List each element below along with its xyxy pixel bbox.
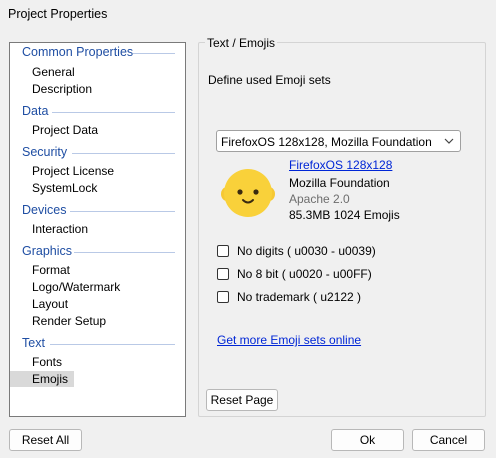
tree-group-security[interactable]: Security [22, 145, 67, 159]
group-divider [52, 112, 175, 113]
tree-group-devices[interactable]: Devices [22, 203, 66, 217]
tree-item-description[interactable]: Description [32, 82, 92, 96]
tree-item-layout[interactable]: Layout [32, 297, 68, 311]
page-title: Text / Emojis [205, 36, 278, 50]
reset-all-button[interactable]: Reset All [9, 429, 82, 451]
dropdown-value: FirefoxOS 128x128, Mozilla Foundation [221, 135, 432, 149]
tree-group-common-properties[interactable]: Common Properties [22, 45, 133, 59]
tree-item-interaction[interactable]: Interaction [32, 222, 88, 236]
no-trademark-checkbox[interactable] [217, 291, 229, 303]
page-description: Define used Emoji sets [208, 73, 331, 87]
group-divider [70, 211, 175, 212]
page-group-box [198, 42, 486, 417]
tree-item-format[interactable]: Format [32, 263, 70, 277]
group-divider [74, 252, 175, 253]
window-title: Project Properties [8, 7, 108, 21]
ok-button[interactable]: Ok [331, 429, 404, 451]
cancel-button[interactable]: Cancel [412, 429, 485, 451]
group-divider [50, 344, 175, 345]
tree-group-text[interactable]: Text [22, 336, 45, 350]
emoji-set-name-link[interactable]: FirefoxOS 128x128 [289, 158, 392, 172]
tree-item-project-license[interactable]: Project License [32, 164, 114, 178]
group-divider [72, 153, 175, 154]
no-trademark-label: No trademark ( u2122 ) [237, 290, 362, 304]
no-8bit-checkbox[interactable] [217, 268, 229, 280]
tree-item-systemlock[interactable]: SystemLock [32, 181, 97, 195]
emoji-set-publisher: Mozilla Foundation [289, 176, 390, 190]
tree-item-fonts[interactable]: Fonts [32, 355, 62, 369]
no-digits-checkbox[interactable] [217, 245, 229, 257]
reset-page-button[interactable]: Reset Page [206, 389, 278, 411]
tree-item-emojis[interactable]: Emojis [10, 371, 74, 387]
emoji-set-license: Apache 2.0 [289, 192, 350, 206]
group-divider [133, 53, 175, 54]
tree-item-general[interactable]: General [32, 65, 75, 79]
tree-item-project-data[interactable]: Project Data [32, 123, 98, 137]
tree-group-data[interactable]: Data [22, 104, 48, 118]
chevron-down-icon [444, 138, 454, 144]
no-8bit-label: No 8 bit ( u0020 - u00FF) [237, 267, 372, 281]
no-digits-label: No digits ( u0030 - u0039) [237, 244, 376, 258]
get-more-emoji-sets-link[interactable]: Get more Emoji sets online [217, 333, 361, 347]
tree-group-graphics[interactable]: Graphics [22, 244, 72, 258]
category-tree[interactable]: Common Properties General Description Da… [9, 42, 186, 417]
smiley-emoji-icon [221, 169, 275, 217]
tree-item-render-setup[interactable]: Render Setup [32, 314, 106, 328]
emoji-set-stats: 85.3MB 1024 Emojis [289, 208, 400, 222]
tree-item-logo-watermark[interactable]: Logo/Watermark [32, 280, 120, 294]
emoji-set-dropdown[interactable]: FirefoxOS 128x128, Mozilla Foundation [216, 130, 461, 152]
